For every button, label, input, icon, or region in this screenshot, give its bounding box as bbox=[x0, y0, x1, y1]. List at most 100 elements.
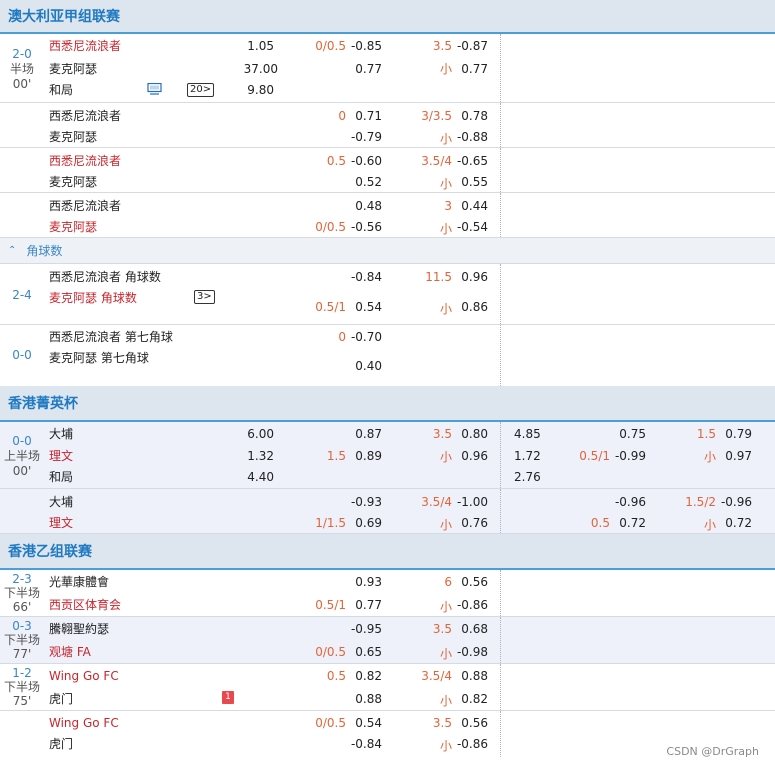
away-team[interactable]: 理文 bbox=[49, 448, 73, 464]
handicap-home-odds[interactable]: -0.93 bbox=[346, 494, 382, 510]
handicap-home-odds[interactable]: 0.54 bbox=[346, 715, 382, 731]
handicap-home-odds[interactable]: 0.87 bbox=[346, 426, 382, 442]
column-divider bbox=[500, 325, 501, 386]
handicap-away-odds[interactable]: 0.52 bbox=[346, 174, 382, 190]
half-over-odds[interactable]: -0.96 bbox=[716, 494, 752, 510]
odds-away[interactable]: 37.00 bbox=[230, 61, 278, 77]
more-markets-badge[interactable]: 20> bbox=[187, 83, 215, 97]
over-odds[interactable]: 0.78 bbox=[452, 108, 488, 124]
over-odds[interactable]: 0.56 bbox=[452, 715, 488, 731]
half-under-odds[interactable]: 0.97 bbox=[716, 448, 752, 464]
under-odds[interactable]: 0.82 bbox=[452, 691, 488, 707]
handicap-home-odds[interactable]: 0.71 bbox=[346, 108, 382, 124]
odds-home[interactable]: 6.00 bbox=[230, 426, 274, 442]
chevron-up-icon[interactable]: ⌃ bbox=[8, 245, 16, 256]
handicap-home-odds[interactable]: 0.93 bbox=[346, 574, 382, 590]
home-team[interactable]: Wing Go FC bbox=[49, 668, 119, 684]
over-odds[interactable]: 0.80 bbox=[452, 426, 488, 442]
handicap-home-odds[interactable]: 0.82 bbox=[346, 668, 382, 684]
handicap-away-odds[interactable]: 0.69 bbox=[346, 515, 382, 531]
over-odds[interactable]: 0.68 bbox=[452, 621, 488, 637]
over-odds[interactable]: -0.87 bbox=[452, 38, 488, 54]
home-team[interactable]: 西悉尼流浪者 bbox=[49, 108, 121, 124]
away-team[interactable]: 麦克阿瑟 角球数 bbox=[49, 290, 137, 306]
league-header-hk-b[interactable]: 香港乙组联赛 bbox=[0, 534, 775, 570]
handicap-away-odds[interactable]: 0.54 bbox=[346, 299, 382, 315]
away-team[interactable]: 麦克阿瑟 bbox=[49, 174, 97, 190]
half-handicap-away-odds[interactable]: -0.99 bbox=[610, 448, 646, 464]
away-team[interactable]: 理文 bbox=[49, 515, 73, 531]
home-team[interactable]: Wing Go FC bbox=[49, 715, 119, 731]
handicap-away-odds[interactable]: 0.40 bbox=[346, 358, 382, 374]
under-odds[interactable]: -0.88 bbox=[452, 129, 488, 145]
under-odds[interactable]: 0.55 bbox=[452, 174, 488, 190]
handicap-away-odds[interactable]: -0.84 bbox=[346, 736, 382, 752]
handicap-away-odds[interactable]: 0.89 bbox=[346, 448, 382, 464]
handicap-home-odds[interactable]: 0.48 bbox=[346, 198, 382, 214]
handicap-away-odds[interactable]: 0.77 bbox=[346, 61, 382, 77]
handicap-away-odds[interactable]: 0.77 bbox=[346, 597, 382, 613]
handicap-away-odds[interactable]: 0.65 bbox=[346, 644, 382, 660]
away-team[interactable]: 麦克阿瑟 第七角球 bbox=[49, 350, 149, 366]
home-team[interactable]: 大埔 bbox=[49, 494, 73, 510]
under-odds[interactable]: 0.76 bbox=[452, 515, 488, 531]
match-score: 0-0 bbox=[12, 348, 32, 362]
over-odds[interactable]: 0.96 bbox=[452, 269, 488, 285]
away-team[interactable]: 虎门 bbox=[49, 691, 73, 707]
handicap-home-odds[interactable]: -0.84 bbox=[346, 269, 382, 285]
away-team[interactable]: 观塘 FA bbox=[49, 644, 91, 660]
half-handicap-home-odds[interactable]: 0.75 bbox=[610, 426, 646, 442]
over-odds[interactable]: 0.56 bbox=[452, 574, 488, 590]
corners-subheader[interactable]: ⌃ 角球数 bbox=[0, 238, 775, 264]
home-team[interactable]: 西悉尼流浪者 bbox=[49, 38, 121, 54]
half-odds-home[interactable]: 4.85 bbox=[514, 426, 541, 442]
away-team[interactable]: 虎门 bbox=[49, 736, 73, 752]
handicap-away-odds[interactable]: -0.56 bbox=[346, 219, 382, 235]
under-odds[interactable]: 0.86 bbox=[452, 299, 488, 315]
home-team[interactable]: 光華康體會 bbox=[49, 574, 109, 590]
league-header-hk-cup[interactable]: 香港菁英杯 bbox=[0, 386, 775, 422]
league-header-a-league[interactable]: 澳大利亚甲组联赛 bbox=[0, 0, 775, 34]
under-odds[interactable]: 0.96 bbox=[452, 448, 488, 464]
under-odds[interactable]: 0.77 bbox=[452, 61, 488, 77]
home-team[interactable]: 西悉尼流浪者 第七角球 bbox=[49, 329, 173, 345]
half-odds-draw[interactable]: 2.76 bbox=[514, 469, 541, 485]
away-team[interactable]: 麦克阿瑟 bbox=[49, 219, 97, 235]
over-odds[interactable]: -0.65 bbox=[452, 153, 488, 169]
home-team[interactable]: 大埔 bbox=[49, 426, 73, 442]
under-odds[interactable]: -0.98 bbox=[452, 644, 488, 660]
half-under-odds[interactable]: 0.72 bbox=[716, 515, 752, 531]
under-odds[interactable]: -0.54 bbox=[452, 219, 488, 235]
under-label: 小 bbox=[439, 647, 452, 661]
odds-away[interactable]: 1.32 bbox=[230, 448, 274, 464]
away-team[interactable]: 西贡区体育会 bbox=[49, 597, 121, 613]
away-team[interactable]: 麦克阿瑟 bbox=[49, 61, 97, 77]
handicap-away-odds[interactable]: -0.79 bbox=[346, 129, 382, 145]
under-odds[interactable]: -0.86 bbox=[452, 597, 488, 613]
half-over-odds[interactable]: 0.79 bbox=[716, 426, 752, 442]
home-team[interactable]: 西悉尼流浪者 bbox=[49, 198, 121, 214]
odds-draw[interactable]: 4.40 bbox=[230, 469, 274, 485]
handicap-home-odds[interactable]: -0.70 bbox=[346, 329, 382, 345]
half-handicap-away-odds[interactable]: 0.72 bbox=[610, 515, 646, 531]
live-tv-icon[interactable] bbox=[147, 83, 162, 95]
home-team[interactable]: 西悉尼流浪者 bbox=[49, 153, 121, 169]
over-odds[interactable]: 0.88 bbox=[452, 668, 488, 684]
home-team[interactable]: 西悉尼流浪者 角球数 bbox=[49, 269, 161, 285]
over-odds[interactable]: 0.44 bbox=[452, 198, 488, 214]
handicap-away-odds[interactable]: 0.88 bbox=[346, 691, 382, 707]
over-odds[interactable]: -1.00 bbox=[452, 494, 488, 510]
half-odds-away[interactable]: 1.72 bbox=[514, 448, 541, 464]
handicap-home-odds[interactable]: -0.60 bbox=[346, 153, 382, 169]
odds-draw[interactable]: 9.80 bbox=[230, 82, 274, 98]
half-handicap-home-odds[interactable]: -0.96 bbox=[610, 494, 646, 510]
league-title: 澳大利亚甲组联赛 bbox=[8, 9, 120, 25]
odds-home[interactable]: 1.05 bbox=[230, 38, 274, 54]
under-odds[interactable]: -0.86 bbox=[452, 736, 488, 752]
away-team[interactable]: 麦克阿瑟 bbox=[49, 129, 97, 145]
handicap-home-odds[interactable]: -0.95 bbox=[346, 621, 382, 637]
home-team[interactable]: 騰翱聖約瑟 bbox=[49, 621, 109, 637]
handicap-home-odds[interactable]: -0.85 bbox=[346, 38, 382, 54]
more-markets-badge[interactable]: 3> bbox=[194, 290, 215, 304]
over-under-line: 3/3.5 bbox=[421, 109, 452, 123]
